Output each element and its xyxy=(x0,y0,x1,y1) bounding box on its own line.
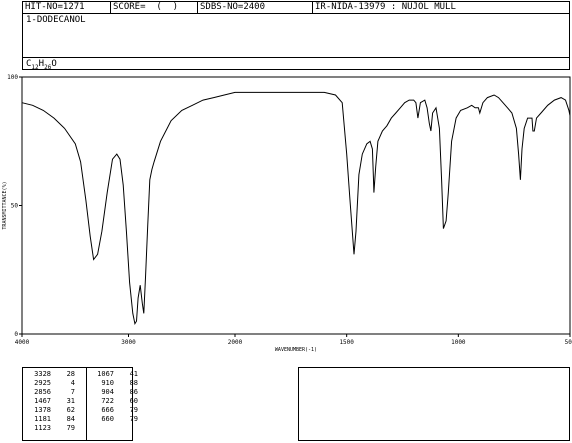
x-tick-label: 1500 xyxy=(339,339,354,346)
peak-transmittance: 4 xyxy=(70,379,75,387)
peak-row: 1123 79 xyxy=(27,424,75,433)
x-axis-label: WAVENUMBER(-1) xyxy=(275,347,317,353)
peak-row: 904 86 xyxy=(90,388,138,397)
peak-transmittance: 62 xyxy=(66,406,75,414)
plot-frame xyxy=(21,76,571,335)
peak-wavenumber: 666 xyxy=(101,406,114,414)
peak-row: 1467 31 xyxy=(27,397,75,406)
peak-wavenumber: 722 xyxy=(101,397,114,405)
peak-row: 2925 4 xyxy=(27,379,75,388)
y-tick-label: 50 xyxy=(11,203,19,210)
peak-row: 722 60 xyxy=(90,397,138,406)
y-tick-label: 0 xyxy=(14,331,18,338)
peak-wavenumber: 1123 xyxy=(34,424,51,432)
peak-row: 1067 41 xyxy=(90,370,138,379)
x-tick-label: 500 xyxy=(565,339,572,346)
ir-spectrum-chart: 40003000200015001000500100500WAVENUMBER(… xyxy=(2,74,572,353)
peak-row: 910 88 xyxy=(90,379,138,388)
y-axis-label: TRANSMITTANCE(%) xyxy=(2,181,8,229)
peak-transmittance: 31 xyxy=(66,397,75,405)
x-tick-label: 1000 xyxy=(451,339,466,346)
x-tick-label: 2000 xyxy=(228,339,243,346)
peak-wavenumber: 1067 xyxy=(97,370,114,378)
x-tick-label: 3000 xyxy=(121,339,136,346)
peak-wavenumber: 2925 xyxy=(34,379,51,387)
peak-row: 2856 7 xyxy=(27,388,75,397)
peak-transmittance: 79 xyxy=(129,415,138,423)
peak-row: 1181 84 xyxy=(27,415,75,424)
peak-wavenumber: 3328 xyxy=(34,370,51,378)
peak-transmittance: 88 xyxy=(129,379,138,387)
peak-row: 1378 62 xyxy=(27,406,75,415)
peak-transmittance: 28 xyxy=(66,370,75,378)
peak-transmittance: 84 xyxy=(66,415,75,423)
peak-transmittance: 79 xyxy=(129,406,138,414)
spectrum-line xyxy=(21,91,571,326)
peak-transmittance: 41 xyxy=(129,370,138,378)
peak-column-right: 1067 41 910 88 904 86 722 60 666 79 660 79 xyxy=(90,370,138,424)
peak-wavenumber: 2856 xyxy=(34,388,51,396)
peak-transmittance: 60 xyxy=(129,397,138,405)
y-tick-label: 100 xyxy=(7,74,18,81)
peak-wavenumber: 1378 xyxy=(34,406,51,414)
peak-table: 3328 28 2925 4 2856 7 1467 31 1378 62 1181 84 1123 79… xyxy=(22,367,138,441)
peak-row: 3328 28 xyxy=(27,370,75,379)
x-tick-label: 4000 xyxy=(15,339,30,346)
peak-row: 666 79 xyxy=(90,406,138,415)
peak-transmittance: 7 xyxy=(70,388,75,396)
peak-row: 660 79 xyxy=(90,415,138,424)
peak-table-divider xyxy=(86,368,87,440)
peak-transmittance: 86 xyxy=(129,388,138,396)
peak-wavenumber: 660 xyxy=(101,415,114,423)
peak-wavenumber: 1467 xyxy=(34,397,51,405)
peak-transmittance: 79 xyxy=(66,424,75,432)
peak-wavenumber: 904 xyxy=(101,388,114,396)
peak-wavenumber: 910 xyxy=(101,379,114,387)
empty-info-box xyxy=(298,367,570,441)
peak-column-left: 3328 28 2925 4 2856 7 1467 31 1378 62 1181 84 1123 79 xyxy=(27,370,75,433)
peak-wavenumber: 1181 xyxy=(34,415,51,423)
